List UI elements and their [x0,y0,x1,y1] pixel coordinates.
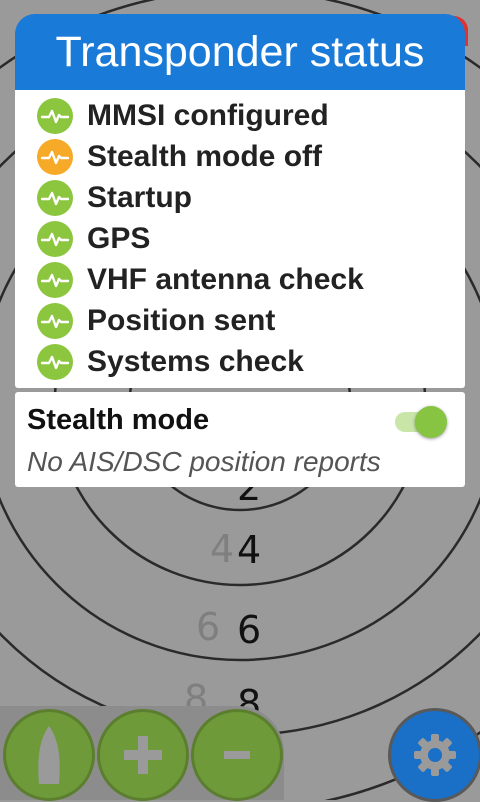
stealth-mode-description: No AIS/DSC position reports [27,446,381,477]
status-item-systems: Systems check [37,342,304,382]
stealth-toggle[interactable] [415,406,447,438]
status-list: MMSI configured Stealth mode off Startup… [15,90,465,388]
pulse-icon [37,221,73,257]
status-item-mmsi: MMSI configured [37,96,329,136]
stealth-mode-title: Stealth mode [27,404,210,436]
status-label: MMSI configured [87,99,329,132]
pulse-icon [37,344,73,380]
status-label: VHF antenna check [87,263,364,296]
zoom-out-button[interactable] [191,709,283,801]
pulse-icon [37,98,73,134]
pulse-icon [37,180,73,216]
range-label: 4 [237,528,261,572]
status-label: Stealth mode off [87,140,323,173]
status-item-stealth: Stealth mode off [37,137,322,177]
status-label: GPS [87,222,151,255]
settings-button[interactable] [388,708,480,802]
range-label-shadow: 4 [210,527,234,571]
plus-icon [124,736,162,774]
status-item-gps: GPS [37,219,150,259]
status-item-startup: Startup [37,178,192,218]
gear-icon [414,734,456,776]
pulse-icon [37,303,73,339]
boat-center-button[interactable] [3,709,95,801]
minus-icon [224,751,250,759]
status-label: Systems check [87,345,304,378]
pulse-icon [37,262,73,298]
boat-icon [38,726,60,784]
status-item-position: Position sent [37,301,275,341]
zoom-in-button[interactable] [97,709,189,801]
dialog-title: Transponder status [15,14,465,92]
pulse-icon [37,139,73,175]
status-item-vhf: VHF antenna check [37,260,364,300]
stealth-mode-setting[interactable]: Stealth mode No AIS/DSC position reports [15,392,465,487]
range-label-shadow: 6 [196,605,220,649]
status-label: Startup [87,181,192,214]
range-label: 6 [237,608,261,652]
status-label: Position sent [87,304,276,337]
